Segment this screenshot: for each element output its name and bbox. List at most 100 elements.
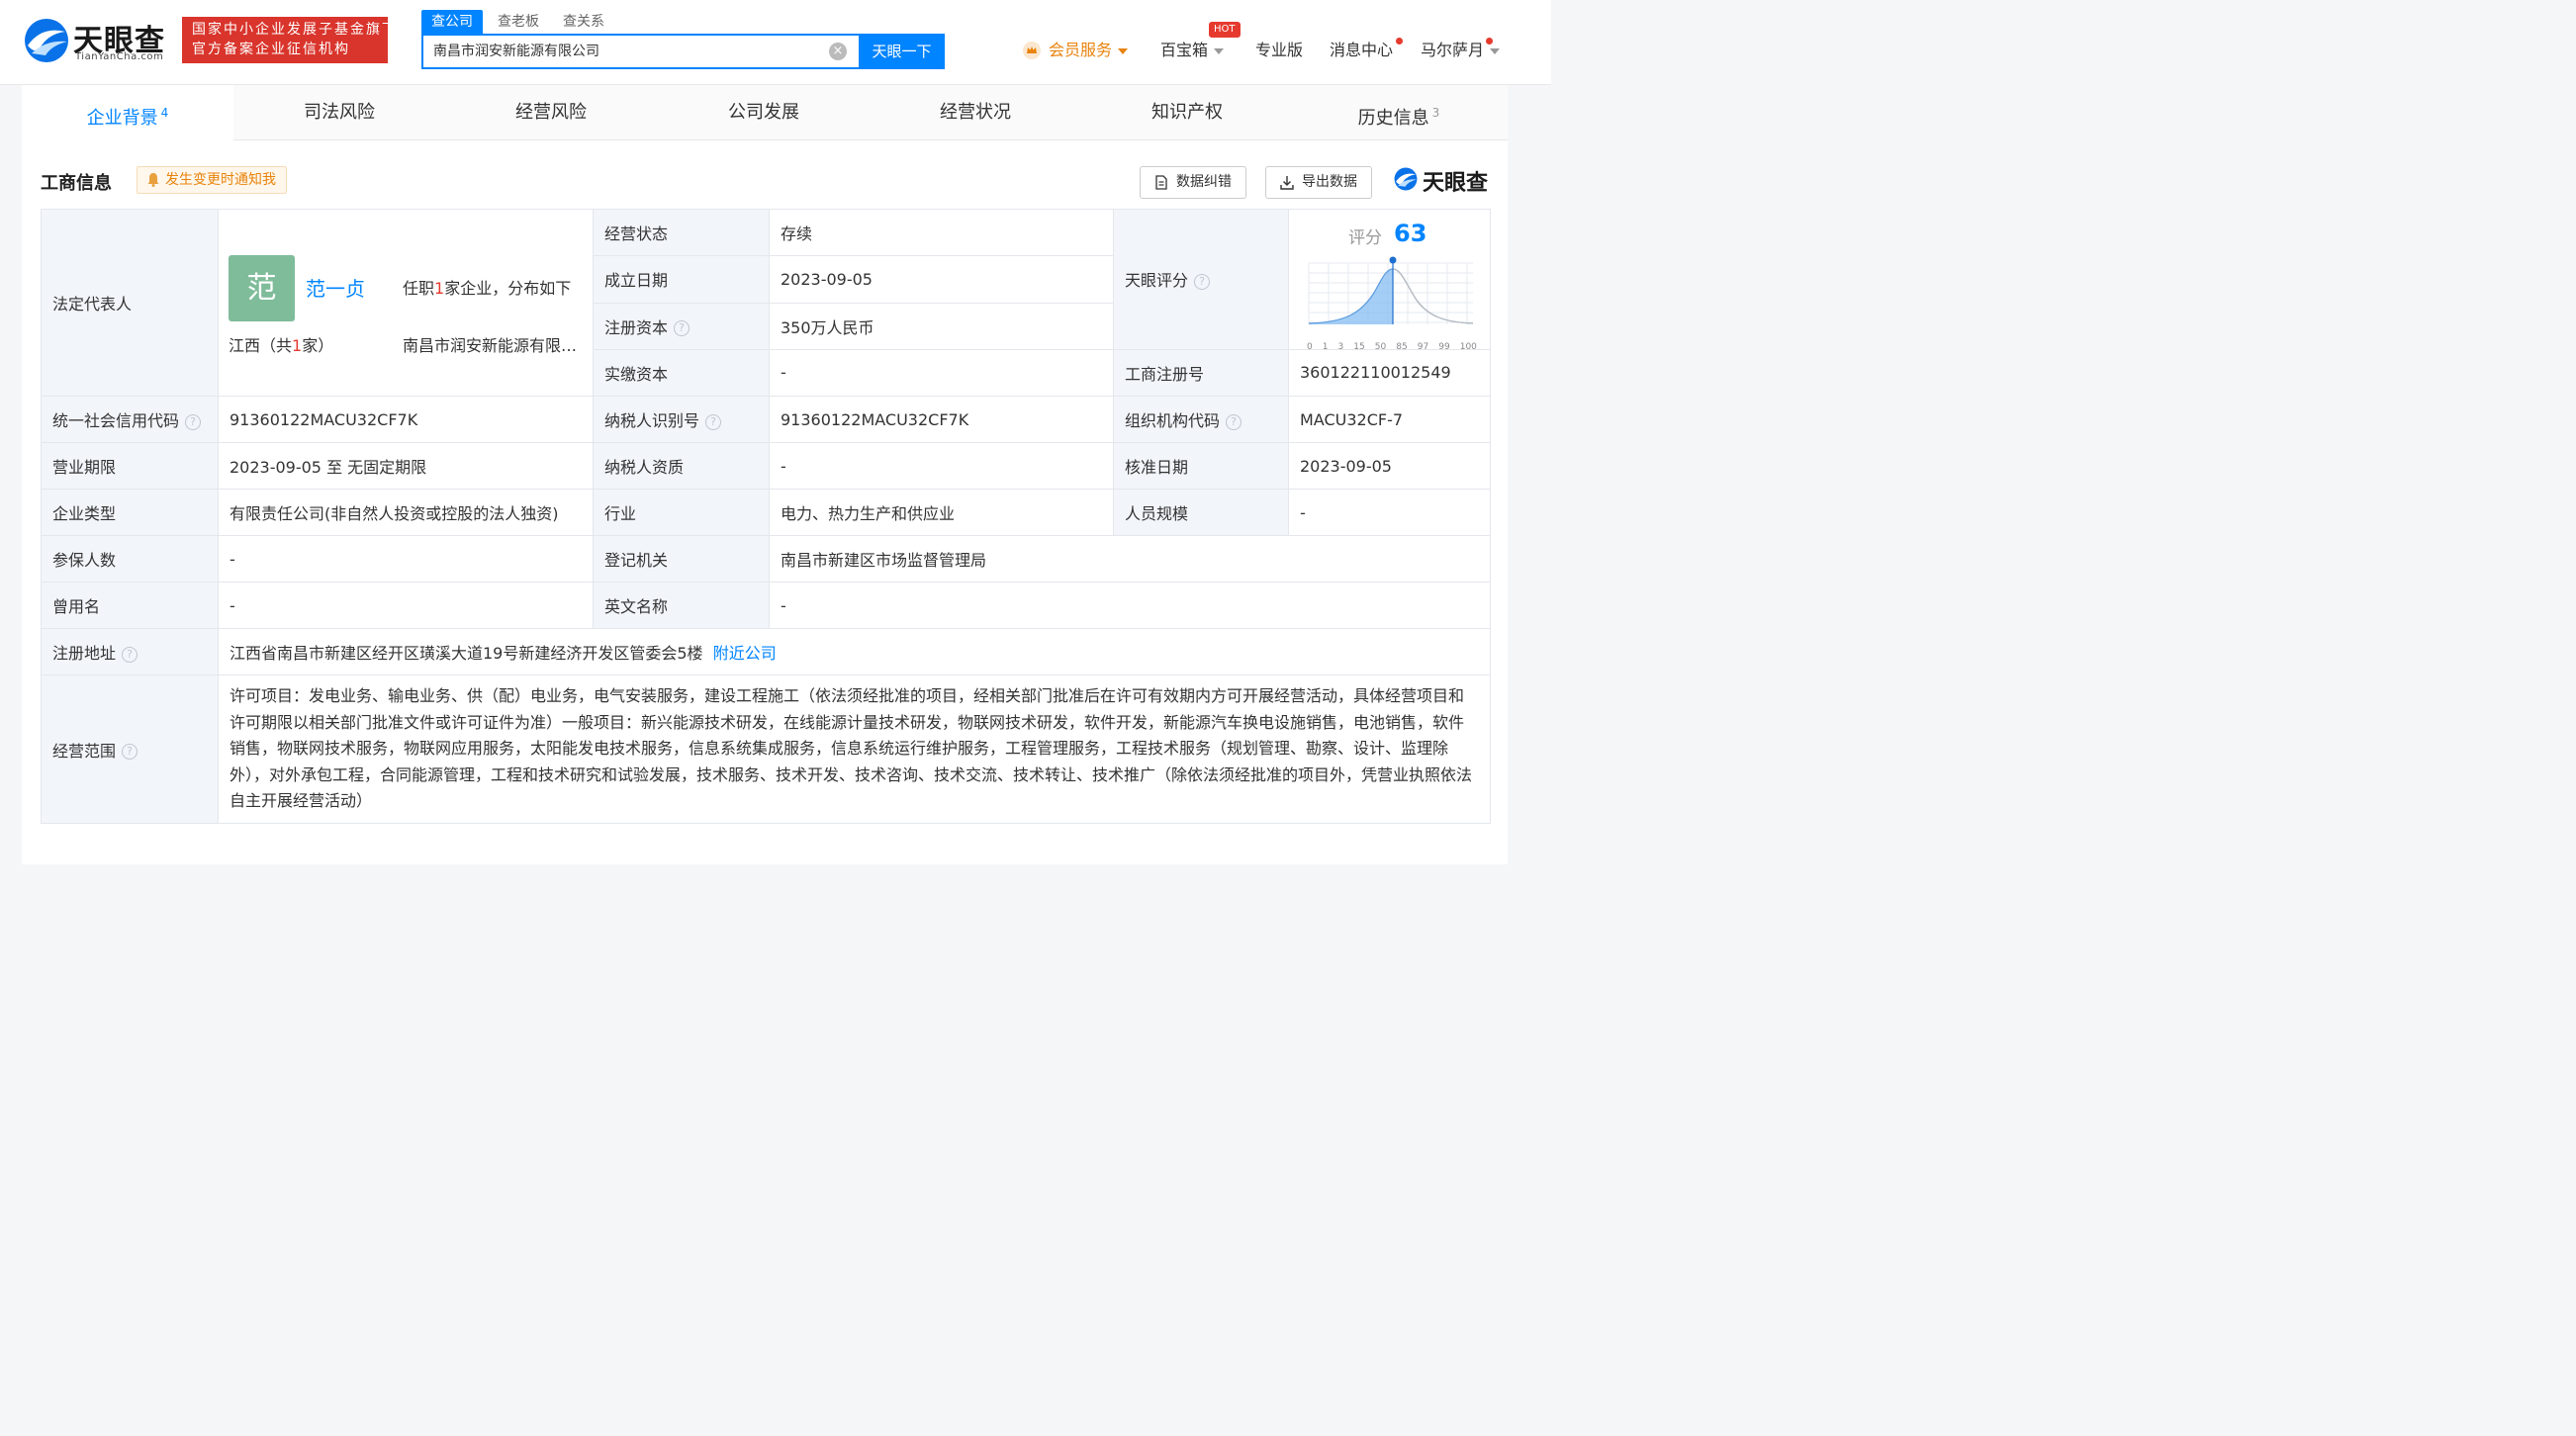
authority-label: 登记机关 [593, 535, 770, 583]
taxpayer-id-label-text: 纳税人识别号 [604, 411, 700, 430]
toolbox-menu[interactable]: 百宝箱 [1160, 38, 1225, 63]
founded-value: 2023-09-05 [769, 255, 1114, 304]
logo-subtext: TianYanCha.com [75, 51, 164, 62]
legal-rep-cell: 范 范一贞 任职1家企业，分布如下 江西（共1家） 南昌市润安新能源有限公司 [218, 209, 594, 397]
export-data-label: 导出数据 [1302, 174, 1357, 190]
axis-tick: 97 [1417, 342, 1429, 352]
axis-tick: 3 [1337, 342, 1344, 352]
download-icon [1280, 176, 1294, 190]
top-header: 天眼查 TianYanCha.com 国家中小企业发展子基金旗下 官方备案企业征… [0, 0, 1551, 85]
vip-service-menu[interactable]: 会员服务 [1049, 38, 1129, 63]
insured-value: - [218, 535, 594, 583]
tab-ip[interactable]: 知识产权 [1081, 85, 1293, 140]
nearby-companies-link[interactable]: 附近公司 [713, 644, 777, 663]
legal-rep-roles: 任职1家企业，分布如下 [403, 275, 571, 299]
tab-history[interactable]: 历史信息 3 [1293, 85, 1505, 140]
axis-tick: 50 [1374, 342, 1387, 352]
search-tab-relation[interactable]: 查关系 [553, 10, 614, 34]
reg-capital-value: 350万人民币 [769, 302, 1114, 350]
paid-capital-label: 实缴资本 [593, 348, 770, 398]
tab-operating-status[interactable]: 经营状况 [870, 85, 1081, 140]
reg-capital-label-text: 注册资本 [604, 317, 669, 337]
tab-operating-risk[interactable]: 经营风险 [445, 85, 657, 140]
legal-rep-label: 法定代表人 [41, 209, 219, 397]
chevron-down-icon [1214, 47, 1225, 54]
tab-label: 知识产权 [1151, 102, 1223, 123]
help-icon[interactable]: ? [185, 413, 202, 430]
address-label: 注册地址? [41, 628, 219, 675]
credit-code-label: 统一社会信用代码? [41, 396, 219, 443]
region-prefix: 江西（共 [229, 336, 293, 355]
legal-rep-name-link[interactable]: 范一贞 [306, 273, 365, 302]
score-axis: 0 1 3 15 50 85 97 99 100 [1307, 342, 1477, 352]
approval-date-value: 2023-09-05 [1288, 442, 1491, 490]
data-correction-button[interactable]: 数据纠错 [1140, 166, 1246, 199]
chevron-down-icon [1118, 47, 1129, 54]
logo-mark-icon [1394, 167, 1418, 191]
search-button[interactable]: 天眼一下 [859, 34, 945, 69]
legal-rep-region[interactable]: 江西（共1家） [229, 332, 333, 356]
business-info-table: 法定代表人 范 范一贞 任职1家企业，分布如下 江西（共1家） 南昌市润安新能源… [41, 208, 1491, 824]
search-tab-boss[interactable]: 查老板 [488, 10, 549, 34]
axis-tick: 99 [1438, 342, 1450, 352]
region-count: 1 [292, 336, 303, 355]
address-label-text: 注册地址 [52, 644, 117, 663]
message-dot [1396, 38, 1403, 45]
reg-no-label: 工商注册号 [1113, 348, 1289, 398]
reg-capital-label: 注册资本? [593, 302, 770, 350]
type-label: 企业类型 [41, 489, 219, 536]
legal-rep-company-link[interactable]: 南昌市润安新能源有限公司 [403, 332, 581, 356]
tab-label: 历史信息 [1357, 108, 1429, 129]
notify-on-change-button[interactable]: 发生变更时通知我 [137, 166, 287, 194]
scope-value: 许可项目：发电业务、输电业务、供（配）电业务，电气安装服务，建设工程施工（依法须… [218, 674, 1491, 824]
paid-capital-value: - [769, 348, 1114, 398]
help-icon[interactable]: ? [1226, 413, 1242, 430]
former-name-value: - [218, 582, 594, 629]
score-row-label-text: 天眼评分 [1125, 271, 1189, 291]
notify-label: 发生变更时通知我 [165, 172, 276, 188]
roles-prefix: 任职 [403, 279, 435, 298]
help-icon[interactable]: ? [705, 413, 722, 430]
avatar[interactable]: 范 [229, 255, 295, 321]
tab-judicial-risk[interactable]: 司法风险 [233, 85, 445, 140]
logo-mark-icon [25, 19, 68, 62]
tab-background[interactable]: 企业背景 4 [22, 85, 233, 140]
export-data-button[interactable]: 导出数据 [1265, 166, 1372, 199]
axis-tick: 0 [1307, 342, 1313, 352]
staff-label: 人员规模 [1113, 489, 1289, 536]
english-name-label: 英文名称 [593, 582, 770, 629]
term-label: 营业期限 [41, 442, 219, 490]
taxpayer-id-label: 纳税人识别号? [593, 396, 770, 443]
tab-development[interactable]: 公司发展 [658, 85, 870, 140]
score-row-label: 天眼评分? [1113, 209, 1289, 350]
help-icon[interactable]: ? [122, 744, 138, 760]
pro-version-link[interactable]: 专业版 [1255, 38, 1303, 63]
search-input[interactable] [433, 36, 809, 67]
tab-count: 4 [160, 106, 169, 120]
founded-label: 成立日期 [593, 255, 770, 304]
help-icon[interactable]: ? [122, 646, 138, 663]
document-icon [1155, 175, 1167, 190]
status-value: 存续 [769, 208, 1114, 257]
tab-count: 3 [1431, 106, 1440, 120]
section-title: 工商信息 [41, 173, 112, 194]
message-center-link[interactable]: 消息中心 [1330, 38, 1393, 63]
industry-label: 行业 [593, 489, 770, 536]
clear-icon[interactable]: × [829, 43, 847, 60]
axis-tick: 100 [1459, 342, 1477, 352]
tianyancha-logo[interactable]: 天眼查 TianYanCha.com [22, 16, 170, 65]
english-name-value: - [769, 582, 1491, 629]
region-suffix: 家） [302, 336, 334, 355]
help-icon[interactable]: ? [674, 320, 690, 337]
score-cell[interactable]: 评分 63 0 1 3 15 50 85 97 99 100 [1288, 209, 1491, 352]
axis-tick: 15 [1353, 342, 1365, 352]
staff-value: - [1288, 489, 1491, 536]
address-cell: 江西省南昌市新建区经开区璜溪大道19号新建经济开发区管委会5楼 附近公司 [218, 628, 1491, 675]
company-card: 企业背景 4 司法风险 经营风险 公司发展 经营状况 知识产权 历史信息 3 工商信… [22, 85, 1508, 864]
search-box: × [421, 34, 861, 69]
search-tab-company[interactable]: 查公司 [421, 10, 483, 34]
roles-suffix: 家企业，分布如下 [444, 279, 572, 298]
score-value: 63 [1394, 220, 1427, 247]
help-icon[interactable]: ? [1194, 273, 1211, 290]
tab-label: 司法风险 [304, 102, 375, 123]
